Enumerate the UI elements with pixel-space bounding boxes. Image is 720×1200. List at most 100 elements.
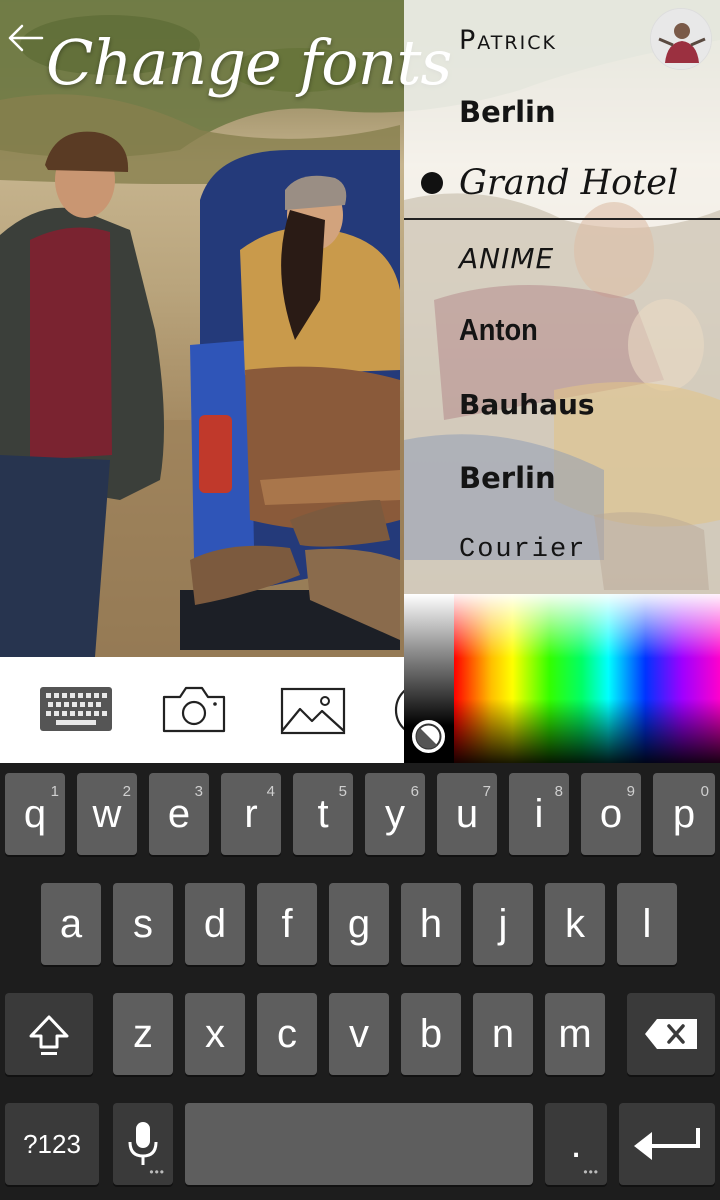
color-picker [404,594,720,763]
space-key[interactable] [185,1103,533,1185]
key-i[interactable]: 8i [509,773,569,855]
key-w[interactable]: 2w [77,773,137,855]
key-j[interactable]: j [473,883,533,965]
key-f[interactable]: f [257,883,317,965]
backspace-key[interactable] [627,993,715,1075]
key-label: p [672,791,696,836]
key-label: ?123 [23,1128,81,1159]
color-spectrum[interactable] [454,594,720,763]
key-z[interactable]: z [113,993,173,1075]
font-option-label: Anton [459,312,538,347]
symbols-key[interactable]: ?123 [5,1103,99,1185]
font-option-label: Berlin [459,461,556,495]
key-label: g [347,901,371,946]
key-e[interactable]: 3e [149,773,209,855]
gallery-button[interactable] [280,679,346,741]
more-options-icon: ••• [583,1165,599,1179]
font-option-berlin[interactable]: Berlin [404,76,720,148]
shift-key[interactable] [5,993,93,1075]
key-hint: 1 [50,783,59,800]
avatar[interactable] [650,8,712,70]
key-m[interactable]: m [545,993,605,1075]
key-label: z [133,1011,153,1056]
color-button[interactable] [392,679,404,741]
key-label: j [498,901,508,946]
key-label: . [570,1121,582,1166]
key-a[interactable]: a [41,883,101,965]
font-option-anton[interactable]: Anton [404,294,720,366]
key-label: o [599,791,623,836]
key-hint: 8 [554,783,563,800]
microphone-key[interactable]: ••• [113,1103,173,1185]
page-title: Change fonts [46,26,452,99]
key-label: x [205,1011,225,1056]
arrow-left-icon [8,24,44,52]
image-icon [280,687,346,735]
backspace-icon [645,1019,697,1049]
key-hint: 7 [482,783,491,800]
key-r[interactable]: 4r [221,773,281,855]
key-label: m [558,1011,592,1056]
soft-keyboard: 1q 2w 3e 4r 5t 6y 7u 8i 9o 0p a s d f g … [0,763,720,1200]
key-s[interactable]: s [113,883,173,965]
font-option-label: ANIME [459,241,555,275]
key-hint: 5 [338,783,347,800]
key-g[interactable]: g [329,883,389,965]
key-label: t [317,791,329,836]
keyboard-icon [40,687,112,731]
key-label: h [419,901,443,946]
back-button[interactable] [6,18,46,58]
key-hint: 3 [194,783,203,800]
key-v[interactable]: v [329,993,389,1075]
key-label: d [203,901,227,946]
key-label: c [277,1011,297,1056]
font-list[interactable]: Patrick Berlin Grand Hotel ANIME Anton B… [404,0,720,594]
font-option-courier[interactable]: Courier [404,514,720,586]
key-hint: 6 [410,783,419,800]
key-label: r [244,791,258,836]
keyboard-button[interactable] [38,679,114,741]
font-option-berlin-2[interactable]: Berlin [404,442,720,514]
key-b[interactable]: b [401,993,461,1075]
selected-indicator-icon [421,172,443,194]
key-y[interactable]: 6y [365,773,425,855]
color-wheel-icon [415,723,442,750]
toolbar [0,657,404,763]
key-d[interactable]: d [185,883,245,965]
key-label: a [59,901,83,946]
key-x[interactable]: x [185,993,245,1075]
font-option-anime[interactable]: ANIME [404,222,720,294]
key-k[interactable]: k [545,883,605,965]
font-option-label: Courier [459,535,587,565]
key-label: y [385,791,405,836]
camera-button[interactable] [160,679,228,741]
key-h[interactable]: h [401,883,461,965]
key-u[interactable]: 7u [437,773,497,855]
key-label: l [642,901,652,946]
font-option-grand-hotel[interactable]: Grand Hotel [404,148,720,220]
color-picker-marker[interactable] [412,720,445,753]
key-hint: 9 [626,783,635,800]
key-label: e [167,791,191,836]
key-label: k [565,901,585,946]
font-option-label: Patrick [459,24,557,56]
key-label: u [455,791,479,836]
key-label: v [349,1011,369,1056]
font-option-bauhaus[interactable]: Bauhaus [404,368,720,440]
period-key[interactable]: . ••• [545,1103,607,1185]
key-c[interactable]: c [257,993,317,1075]
enter-key[interactable] [619,1103,715,1185]
color-wheel-icon [394,689,404,731]
font-option-label: Grand Hotel [459,163,679,203]
key-o[interactable]: 9o [581,773,641,855]
key-hint: 0 [700,783,709,800]
key-hint: 2 [122,783,131,800]
key-l[interactable]: l [617,883,677,965]
avatar-image [651,9,711,69]
enter-arrow-icon [634,1128,700,1160]
key-label: i [534,791,544,836]
key-n[interactable]: n [473,993,533,1075]
key-q[interactable]: 1q [5,773,65,855]
key-t[interactable]: 5t [293,773,353,855]
key-p[interactable]: 0p [653,773,715,855]
